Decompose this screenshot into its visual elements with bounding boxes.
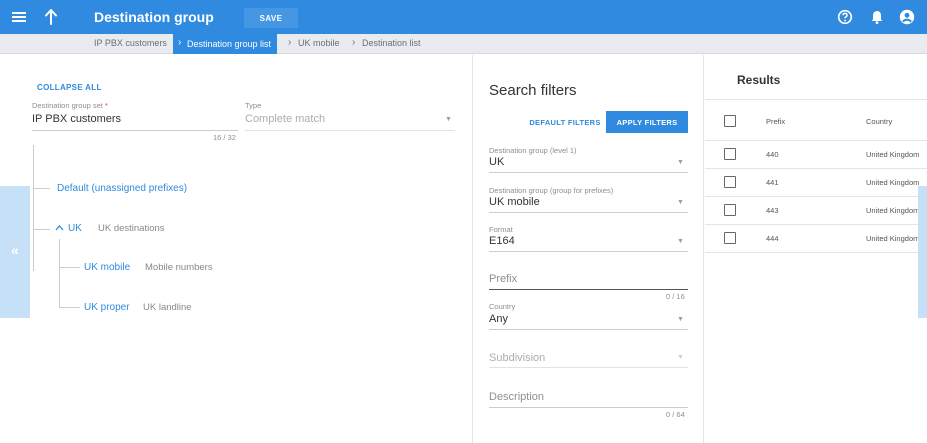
- expand-toggle-uk[interactable]: [55, 223, 64, 234]
- breadcrumb-item-destination-group-list[interactable]: Destination group list: [173, 34, 278, 54]
- group-set-underline: [32, 130, 238, 131]
- prefix-input[interactable]: Prefix: [489, 273, 517, 285]
- tree-connector: [33, 145, 34, 271]
- default-filters-button[interactable]: DEFAULT FILTERS: [520, 111, 610, 133]
- prefix-counter: 0 / 16: [666, 292, 685, 301]
- chevron-down-icon: ▼: [677, 354, 684, 361]
- tree-item-uk[interactable]: UK: [68, 223, 82, 234]
- country-label: Country: [489, 302, 516, 311]
- search-filters-panel: Search filters DEFAULT FILTERS APPLY FIL…: [474, 55, 704, 443]
- country-cell: United Kingdom: [866, 234, 920, 243]
- menu-icon[interactable]: [11, 9, 27, 25]
- tree-connector: [59, 267, 80, 268]
- format-select[interactable]: E164: [489, 235, 515, 247]
- chevron-right-icon: ›: [288, 37, 292, 48]
- description-underline: [489, 407, 688, 408]
- tree-connector: [59, 239, 60, 307]
- chevron-down-icon: ▼: [677, 316, 684, 323]
- prefix-cell: 444: [766, 234, 779, 243]
- format-label: Format: [489, 225, 513, 234]
- select-all-checkbox[interactable]: [724, 115, 736, 127]
- top-bar: Destination group SAVE: [0, 0, 927, 34]
- prefix-cell: 440: [766, 150, 779, 159]
- chevron-down-icon: ▼: [445, 116, 452, 123]
- country-cell: United Kingdom: [866, 178, 920, 187]
- description-input[interactable]: Description: [489, 391, 544, 403]
- level1-label: Destination group (level 1): [489, 146, 577, 155]
- prefix-cell: 441: [766, 178, 779, 187]
- table-row[interactable]: 441 United Kingdom: [705, 169, 927, 197]
- tree-connector: [33, 229, 50, 230]
- table-row[interactable]: 443 United Kingdom: [705, 197, 927, 225]
- tree-item-default[interactable]: Default (unassigned prefixes): [57, 183, 187, 194]
- tree-item-uk-mobile[interactable]: UK mobile: [84, 262, 130, 273]
- row-checkbox[interactable]: [724, 148, 736, 160]
- prefix-cell: 443: [766, 206, 779, 215]
- search-filters-title: Search filters: [489, 82, 577, 99]
- group-prefixes-select[interactable]: UK mobile: [489, 196, 540, 208]
- chevron-down-icon: ▼: [677, 159, 684, 166]
- chevron-right-icon: ›: [178, 37, 182, 48]
- chevron-down-icon: ▼: [677, 199, 684, 206]
- country-cell: United Kingdom: [866, 206, 920, 215]
- subdivision-select[interactable]: Subdivision: [489, 352, 545, 364]
- apply-filters-button[interactable]: APPLY FILTERS: [606, 111, 688, 133]
- save-button[interactable]: SAVE: [244, 8, 298, 28]
- column-header-prefix[interactable]: Prefix: [766, 117, 785, 126]
- country-underline: [489, 329, 688, 330]
- type-field: Complete match: [245, 113, 326, 125]
- account-icon[interactable]: [899, 9, 915, 25]
- level1-underline: [489, 172, 688, 173]
- chevron-up-icon: [55, 225, 64, 231]
- arrow-up-icon[interactable]: [43, 8, 59, 26]
- description-counter: 0 / 64: [666, 410, 685, 419]
- group-set-field[interactable]: IP PBX customers: [32, 113, 121, 125]
- tree-desc-uk: UK destinations: [98, 223, 165, 234]
- breadcrumb-item-destination-list[interactable]: Destination list: [362, 38, 421, 48]
- tree-desc-uk-proper: UK landline: [143, 302, 192, 313]
- table-row[interactable]: 444 United Kingdom: [705, 225, 927, 253]
- collapse-all-button[interactable]: COLLAPSE ALL: [37, 83, 102, 92]
- bell-icon[interactable]: [869, 9, 885, 25]
- results-panel: Results Prefix Country 440 United Kingdo…: [705, 55, 927, 443]
- country-select[interactable]: Any: [489, 313, 508, 325]
- chevron-right-icon: ›: [352, 37, 356, 48]
- group-set-counter: 16 / 32: [213, 133, 236, 142]
- help-icon[interactable]: [837, 9, 853, 25]
- results-table-header: Prefix Country: [705, 99, 927, 141]
- chevron-down-icon: ▼: [677, 238, 684, 245]
- expand-panel-tab[interactable]: [918, 186, 927, 318]
- breadcrumb-item-ip-pbx-customers[interactable]: IP PBX customers: [94, 38, 167, 48]
- type-label: Type: [245, 101, 262, 110]
- type-underline: [245, 130, 455, 131]
- breadcrumb-item-uk-mobile[interactable]: UK mobile: [298, 38, 340, 48]
- tree-connector: [33, 188, 50, 189]
- level1-select[interactable]: UK: [489, 156, 504, 168]
- results-title: Results: [737, 73, 781, 87]
- country-cell: United Kingdom: [866, 150, 920, 159]
- collapse-panel-tab[interactable]: «: [0, 186, 30, 318]
- tree-item-uk-proper[interactable]: UK proper: [84, 302, 130, 313]
- group-prefixes-label: Destination group (group for prefixes): [489, 186, 614, 195]
- table-row[interactable]: 440 United Kingdom: [705, 141, 927, 169]
- subdivision-underline: [489, 367, 688, 368]
- format-underline: [489, 251, 688, 252]
- tree-connector: [59, 307, 80, 308]
- group-prefixes-underline: [489, 212, 688, 213]
- destination-group-panel: COLLAPSE ALL Destination group set * IP …: [0, 55, 473, 443]
- row-checkbox[interactable]: [724, 204, 736, 216]
- row-checkbox[interactable]: [724, 232, 736, 244]
- page-title: Destination group: [94, 9, 214, 25]
- row-checkbox[interactable]: [724, 176, 736, 188]
- breadcrumb: IP PBX customers Destination group list …: [0, 34, 927, 54]
- prefix-underline: [489, 289, 688, 290]
- double-chevron-left-icon: «: [11, 242, 19, 258]
- group-set-label: Destination group set *: [32, 101, 108, 110]
- column-header-country[interactable]: Country: [866, 117, 892, 126]
- tree-desc-uk-mobile: Mobile numbers: [145, 262, 213, 273]
